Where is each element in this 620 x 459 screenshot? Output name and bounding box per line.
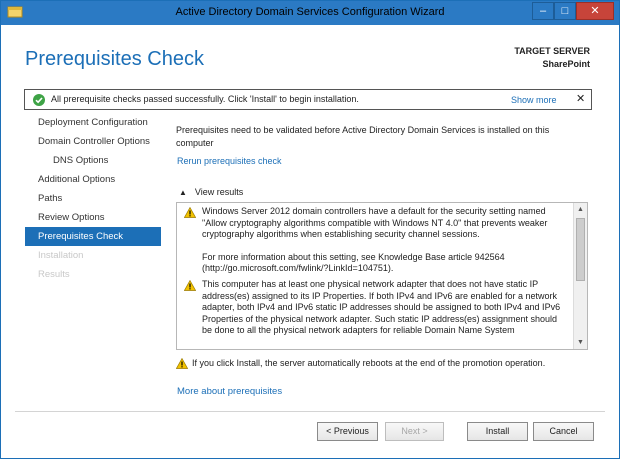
results-scrollbar[interactable]: ▲ ▼ (573, 203, 587, 349)
install-button[interactable]: Install (467, 422, 528, 441)
result-text: For more information about this setting,… (202, 251, 505, 274)
target-server-value: SharePoint (542, 59, 590, 69)
next-button: Next > (385, 422, 444, 441)
title-bar[interactable]: Active Directory Domain Services Configu… (1, 1, 619, 25)
warning-icon (184, 279, 196, 291)
result-item: Windows Server 2012 domain controllers h… (177, 206, 573, 275)
result-text: This computer has at least one physical … (202, 278, 561, 336)
intro-text: Prerequisites need to be validated befor… (176, 125, 550, 148)
warning-icon (176, 358, 188, 369)
result-text: Windows Server 2012 domain controllers h… (202, 206, 548, 240)
cancel-button[interactable]: Cancel (533, 422, 594, 441)
target-server-label: TARGET SERVER (514, 46, 590, 56)
nav-item-results: Results (38, 269, 70, 280)
wizard-step-nav: Deployment Configuration Domain Controll… (25, 113, 161, 284)
nav-item-review-options[interactable]: Review Options (25, 208, 161, 227)
scroll-up-icon[interactable]: ▲ (577, 206, 584, 213)
maximize-button[interactable]: □ (554, 2, 576, 20)
nav-item-installation: Installation (38, 250, 84, 261)
nav-item-domain-controller-options[interactable]: Domain Controller Options (25, 132, 161, 151)
previous-button[interactable]: < Previous (317, 422, 378, 441)
wizard-window: Active Directory Domain Services Configu… (0, 0, 620, 459)
minimize-button[interactable]: – (532, 2, 554, 20)
nav-item-additional-options[interactable]: Additional Options (25, 170, 161, 189)
nav-item-prerequisites-check[interactable]: Prerequisites Check (25, 227, 161, 246)
nav-item-dns-options[interactable]: DNS Options (25, 151, 161, 170)
window-title: Active Directory Domain Services Configu… (175, 6, 445, 18)
close-window-button[interactable]: ✕ (576, 2, 614, 20)
dismiss-alert-button[interactable]: ✕ (576, 92, 585, 105)
scroll-down-icon[interactable]: ▼ (577, 339, 584, 346)
result-item: This computer has at least one physical … (177, 279, 573, 337)
reboot-warning-text: If you click Install, the server automat… (192, 358, 546, 368)
results-panel[interactable]: Windows Server 2012 domain controllers h… (176, 202, 588, 350)
chevron-up-icon: ▲ (179, 188, 187, 197)
more-about-prerequisites-link[interactable]: More about prerequisites (177, 386, 282, 397)
reboot-warning: If you click Install, the server automat… (176, 358, 546, 369)
nav-item-deployment-configuration[interactable]: Deployment Configuration (25, 113, 161, 132)
status-alert-bar: All prerequisite checks passed successfu… (24, 89, 592, 110)
rerun-prerequisites-link[interactable]: Rerun prerequisites check (177, 156, 282, 166)
scrollbar-thumb[interactable] (576, 218, 585, 281)
show-more-link[interactable]: Show more (511, 95, 557, 105)
check-circle-icon (33, 94, 45, 106)
view-results-toggle[interactable]: ▲ View results (179, 187, 243, 197)
page-title: Prerequisites Check (25, 48, 204, 70)
nav-item-paths[interactable]: Paths (25, 189, 161, 208)
footer-divider (15, 411, 605, 412)
results-list: Windows Server 2012 domain controllers h… (177, 206, 573, 348)
view-results-label: View results (194, 187, 244, 197)
warning-icon (184, 207, 196, 218)
status-message: All prerequisite checks passed successfu… (51, 94, 359, 104)
